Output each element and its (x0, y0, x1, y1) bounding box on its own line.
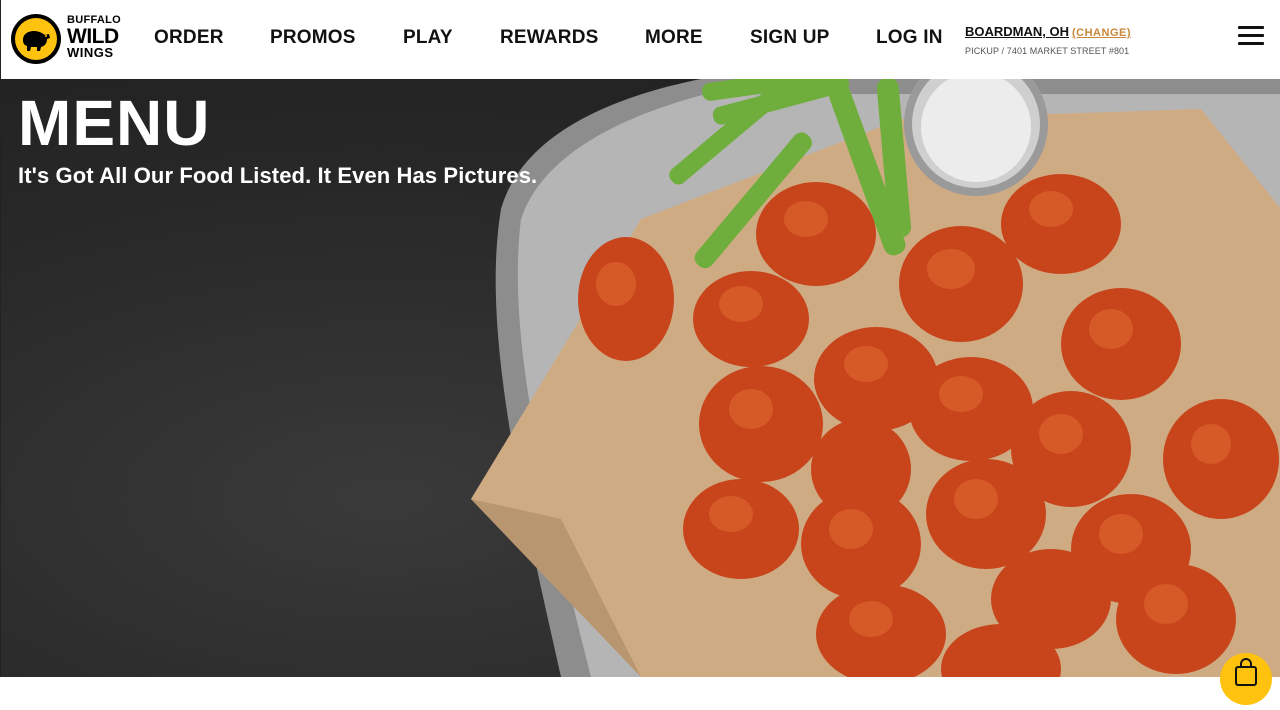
logo-wordmark: BUFFALO WILD WINGS (67, 15, 121, 60)
nav-rewards[interactable]: REWARDS (500, 27, 599, 49)
location-details: PICKUP / 7401 MARKET STREET #801 (965, 46, 1130, 56)
logo-text-wild: WILD (67, 25, 119, 48)
nav-log-in[interactable]: LOG IN (876, 27, 943, 49)
nav-sign-up[interactable]: SIGN UP (750, 27, 830, 49)
location-selector: BOARDMAN, OH (CHANGE) PICKUP / 7401 MARKE… (965, 23, 1131, 56)
logo-text-wings: WINGS (67, 45, 114, 60)
buffalo-logo-icon (11, 14, 61, 64)
hamburger-icon[interactable] (1238, 26, 1264, 46)
change-location-link[interactable]: (CHANGE) (1072, 27, 1131, 39)
nav-order[interactable]: ORDER (154, 27, 224, 49)
page-title: MENU (18, 87, 211, 159)
site-header: BUFFALO WILD WINGS ORDER PROMOS PLAY REW… (0, 0, 1280, 79)
page-subtitle: It's Got All Our Food Listed. It Even Ha… (18, 163, 538, 188)
nav-more[interactable]: MORE (645, 27, 703, 49)
nav-promos[interactable]: PROMOS (270, 27, 356, 49)
brand-logo[interactable]: BUFFALO WILD WINGS (11, 14, 123, 66)
location-city[interactable]: BOARDMAN, OH (965, 24, 1069, 39)
nav-play[interactable]: PLAY (403, 27, 453, 49)
shopping-bag-icon[interactable] (1220, 653, 1272, 705)
menu-hero-banner: MENU It's Got All Our Food Listed. It Ev… (0, 79, 1280, 677)
